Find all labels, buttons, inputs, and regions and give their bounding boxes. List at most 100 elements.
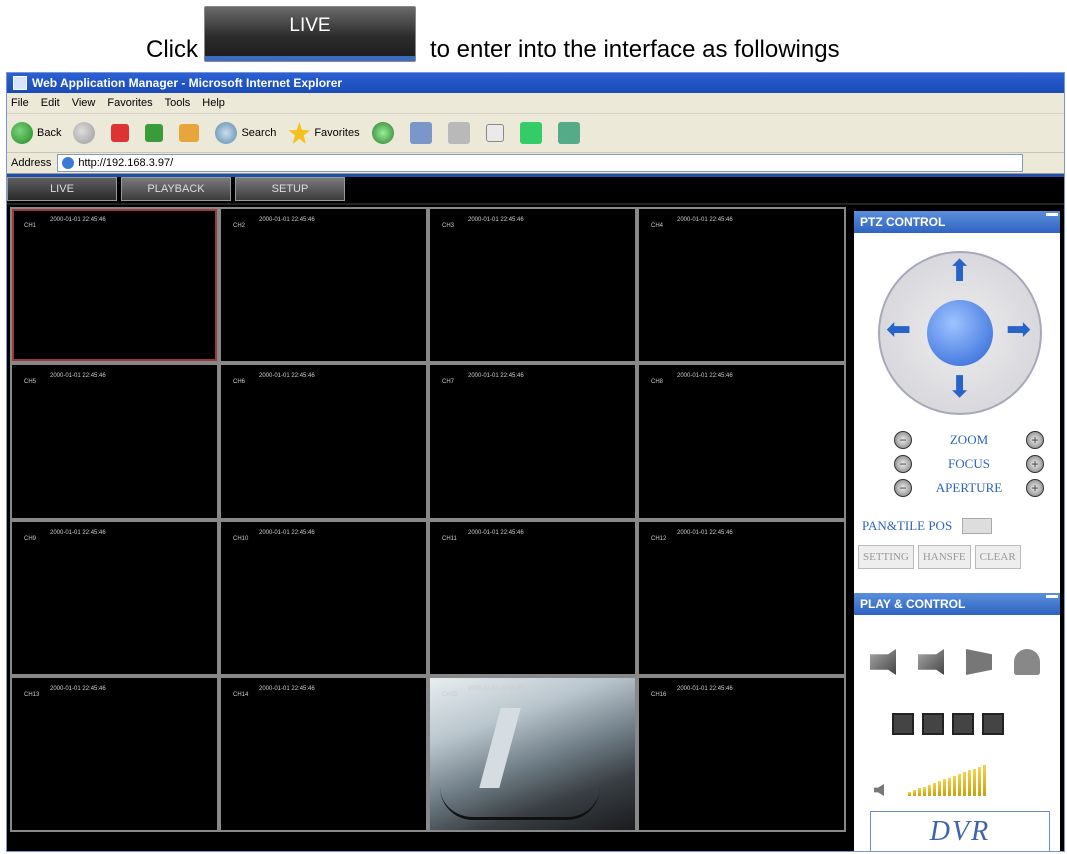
menu-help[interactable]: Help <box>202 97 225 109</box>
camera-channel-label: CH10 <box>233 535 249 542</box>
edit-button[interactable] <box>485 124 508 142</box>
arrow-right-icon[interactable]: ➡ <box>1006 315 1031 345</box>
ptz-joystick[interactable]: ⬆ ⬅ ➡ ⬇ <box>878 251 1042 415</box>
layout-4-icon[interactable] <box>922 713 944 735</box>
camera-channel-label: CH8 <box>651 379 664 386</box>
camera-timestamp: 2000-01-01 22:45:46 <box>259 685 315 692</box>
camera-cell[interactable]: 2000-01-01 22:45:46 CH11 <box>430 521 635 674</box>
video-cable <box>440 787 600 820</box>
arrow-down-icon[interactable]: ⬇ <box>947 373 972 403</box>
zoom-label: ZOOM <box>949 432 989 447</box>
ptz-title: PTZ CONTROL <box>860 215 946 229</box>
camera-cell[interactable]: 2000-01-01 22:45:46 CH3 <box>430 209 635 362</box>
zoom-in-button[interactable]: + <box>1026 431 1044 449</box>
media-button[interactable] <box>371 122 398 144</box>
pan-tile-input[interactable] <box>962 518 993 534</box>
setting-button[interactable]: SETTING <box>858 545 914 569</box>
camera-cell[interactable]: 2000-01-01 22:45:46 CH13 <box>12 677 217 830</box>
camera-cell[interactable]: 2000-01-01 22:45:46 CH2 <box>221 209 426 362</box>
camera-cell[interactable]: 2000-01-01 22:45:46 CH4 <box>639 209 844 362</box>
tab-playback[interactable]: PLAYBACK <box>121 177 231 201</box>
camera-timestamp: 2000-01-01 22:45:46 <box>259 373 315 380</box>
focus-row: − FOCUS + <box>894 455 1044 473</box>
live-button-label: LIVE <box>289 15 331 36</box>
messenger-button[interactable] <box>519 122 546 144</box>
microphone-icon[interactable] <box>1014 649 1040 675</box>
camera-channel-label: CH2 <box>233 223 246 229</box>
camera-channel-label: CH12 <box>651 535 667 542</box>
collapse-icon[interactable] <box>1046 595 1058 598</box>
volume-bars[interactable] <box>908 765 988 796</box>
camera-timestamp: 2000-01-01 22:45:46 <box>259 217 315 223</box>
mail-button[interactable] <box>409 122 436 144</box>
live-button-image: LIVE <box>204 6 416 62</box>
volume-control[interactable] <box>874 765 988 796</box>
camera-channel-label: CH7 <box>442 379 455 386</box>
camera-timestamp: 2000-01-01 22:45:46 <box>677 685 733 692</box>
camera-channel-label: CH13 <box>24 691 40 698</box>
aperture-in-button[interactable]: + <box>1025 479 1044 497</box>
address-field[interactable]: http://192.168.3.97/ <box>57 154 1024 172</box>
tab-live[interactable]: LIVE <box>7 177 117 201</box>
extra-button[interactable] <box>557 122 584 144</box>
camera-cell[interactable]: 2000-01-01 22:45:46 CH9 <box>12 521 217 674</box>
focus-out-button[interactable]: − <box>894 455 912 473</box>
layout-9-icon[interactable] <box>952 713 974 735</box>
search-button[interactable]: Search <box>215 122 276 144</box>
menu-file[interactable]: File <box>11 97 29 109</box>
camera-grid: 2000-01-01 22:45:46 CH1 2000-01-01 22:45:4… <box>10 207 846 832</box>
camera-cell[interactable]: 2000-01-01 22:45:46 CH5 <box>12 365 217 518</box>
camera-cell[interactable]: 2000-01-01 22:45:46 CH1 <box>12 209 217 362</box>
record-camera-icon[interactable] <box>870 649 896 675</box>
favorites-button[interactable]: Favorites <box>288 122 360 144</box>
camera-cell[interactable]: 2000-01-01 22:45:46 CH8 <box>639 365 844 518</box>
back-button[interactable]: Back <box>11 122 61 144</box>
video-icon[interactable] <box>966 649 992 675</box>
refresh-button[interactable] <box>145 124 167 142</box>
collapse-icon[interactable] <box>1046 213 1058 216</box>
layout-1-icon[interactable] <box>892 713 914 735</box>
stop-button[interactable] <box>111 124 133 142</box>
volume-bar <box>943 779 946 796</box>
play-title: PLAY & CONTROL <box>860 597 966 611</box>
menu-favorites[interactable]: Favorites <box>107 97 152 109</box>
hansfe-button[interactable]: HANSFE <box>917 545 971 569</box>
address-bar: Address http://192.168.3.97/ <box>7 153 1064 174</box>
layout-16-icon[interactable] <box>982 713 1004 735</box>
volume-bar <box>928 785 931 796</box>
camera-cell[interactable]: 2000-01-01 22:45:46 CH6 <box>221 365 426 518</box>
camera-cell[interactable]: 2000-01-01 22:45:46 CH14 <box>221 677 426 830</box>
arrow-left-icon[interactable]: ⬅ <box>886 315 911 345</box>
clear-button[interactable]: CLEAR <box>974 545 1021 569</box>
camera-cell[interactable]: 2000-01-01 22:45:46 CH15 <box>430 677 635 830</box>
snapshot-icon[interactable] <box>918 649 944 675</box>
volume-bar <box>913 790 916 796</box>
home-button[interactable] <box>179 124 203 142</box>
zoom-out-button[interactable]: − <box>894 431 912 449</box>
aperture-out-button[interactable]: − <box>894 479 912 497</box>
camera-timestamp: 2000-01-01 22:45:46 <box>50 217 106 223</box>
menu-tools[interactable]: Tools <box>165 97 191 109</box>
play-panel: DVR <box>854 615 1060 851</box>
arrow-up-icon[interactable]: ⬆ <box>947 257 972 287</box>
print-button[interactable] <box>447 122 474 144</box>
camera-cell[interactable]: 2000-01-01 22:45:46 CH7 <box>430 365 635 518</box>
back-arrow-icon <box>11 122 33 144</box>
camera-timestamp: 2000-01-01 22:45:46 <box>50 529 106 536</box>
address-label: Address <box>11 157 52 169</box>
ie-icon <box>13 76 27 90</box>
menu-edit[interactable]: Edit <box>41 97 60 109</box>
camera-cell[interactable]: 2000-01-01 22:45:46 CH12 <box>639 521 844 674</box>
menu-view[interactable]: View <box>72 97 96 109</box>
focus-in-button[interactable]: + <box>1025 455 1044 473</box>
forward-button[interactable] <box>73 122 99 144</box>
joystick-center[interactable] <box>927 300 993 366</box>
tab-setup[interactable]: SETUP <box>235 177 345 201</box>
speaker-icon <box>874 784 884 796</box>
camera-timestamp: 2000-01-01 22:45:46 <box>50 373 106 380</box>
camera-channel-label: CH5 <box>24 379 37 386</box>
camera-cell[interactable]: 2000-01-01 22:45:46 CH10 <box>221 521 426 674</box>
camera-channel-label: CH6 <box>233 379 246 386</box>
camera-cell[interactable]: 2000-01-01 22:45:46 CH16 <box>639 677 844 830</box>
zoom-row: − ZOOM + <box>894 431 1044 449</box>
